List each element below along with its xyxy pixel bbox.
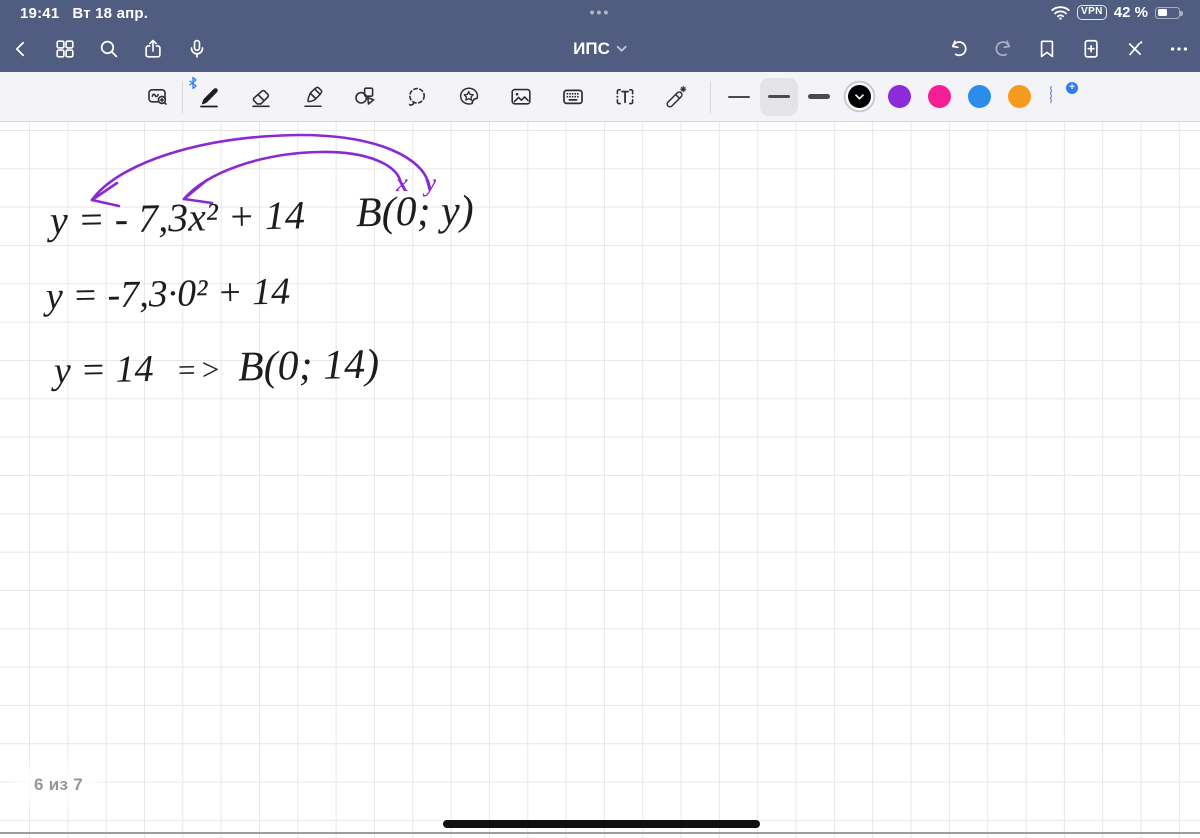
status-right: VPN 42 % [1051, 4, 1184, 21]
document-title: ИПС [573, 39, 610, 58]
back-button[interactable] [10, 38, 32, 60]
search-button[interactable] [98, 38, 120, 60]
wifi-icon [1051, 5, 1070, 20]
redo-button[interactable] [992, 38, 1014, 60]
color-swatch-pink[interactable] [919, 72, 959, 121]
status-time: 19:41 [20, 5, 60, 22]
drawing-toolbar: + [0, 72, 1200, 122]
header: 19:41 Вт 18 апр. ••• VPN 42 % ИПС [0, 0, 1200, 72]
color-swatch-purple[interactable] [879, 72, 919, 121]
pages-grid-button[interactable] [54, 38, 76, 60]
pen-tool[interactable] [183, 72, 235, 121]
status-bar: 19:41 Вт 18 апр. ••• VPN 42 % [0, 0, 1200, 26]
thickness-medium-selected[interactable] [759, 72, 799, 121]
note-canvas[interactable]: y = - 7,3x² + 14 B(0; y) x y y = -7,3·0²… [0, 122, 1200, 838]
dashed-circle-icon [1050, 84, 1052, 104]
color-swatch-orange[interactable] [999, 72, 1039, 121]
home-indicator[interactable] [443, 820, 760, 828]
thickness-thin[interactable] [719, 72, 759, 121]
eraser-tool[interactable] [235, 72, 287, 121]
image-tool[interactable] [495, 72, 547, 121]
handwriting-equation-2: y = -7,3·0² + 14 [45, 270, 291, 318]
battery-percent-text: 42 % [1113, 4, 1148, 21]
highlighter-tool[interactable] [287, 72, 339, 121]
handwriting-result: y = 14 [53, 347, 154, 393]
status-date: Вт 18 апр. [72, 5, 149, 22]
microphone-button[interactable] [186, 38, 208, 60]
plus-badge-icon: + [1065, 80, 1079, 95]
handwriting-implies-arrow: => [175, 351, 225, 388]
nav-bar: ИПС [0, 26, 1200, 72]
lasso-tool[interactable] [391, 72, 443, 121]
share-button[interactable] [142, 38, 164, 60]
battery-fill [1157, 9, 1168, 16]
document-title-dropdown[interactable]: ИПС [573, 26, 627, 72]
multitask-dots: ••• [589, 4, 611, 20]
bluetooth-icon [189, 77, 197, 89]
stickers-tool[interactable] [443, 72, 495, 121]
handwriting-label-x: x [395, 169, 409, 198]
more-button[interactable] [1168, 38, 1190, 60]
handwriting-equation-1: y = - 7,3x² + 14 [49, 192, 306, 243]
app-screen: 19:41 Вт 18 апр. ••• VPN 42 % ИПС + y = … [0, 0, 1200, 838]
color-swatch-blue[interactable] [959, 72, 999, 121]
laser-pointer-tool[interactable] [651, 72, 703, 121]
edit-mode-toggle-icon[interactable] [1124, 38, 1146, 60]
thickness-thick[interactable] [799, 72, 839, 121]
nav-left-group [10, 26, 208, 72]
add-page-button[interactable] [1080, 38, 1102, 60]
undo-button[interactable] [948, 38, 970, 60]
battery-icon [1155, 6, 1183, 19]
handwriting-point-b: B(0; y) [355, 187, 475, 237]
text-tool[interactable] [599, 72, 651, 121]
add-color-button[interactable]: + [1039, 72, 1083, 121]
shapes-tool[interactable] [339, 72, 391, 121]
chevron-down-icon [854, 93, 864, 100]
bookmark-button[interactable] [1036, 38, 1058, 60]
keyboard-tool[interactable] [547, 72, 599, 121]
handwriting-label-y: y [424, 169, 437, 198]
zoom-window-tool[interactable] [134, 72, 182, 121]
handwriting-point-b-result: B(0; 14) [237, 341, 380, 391]
status-left: 19:41 Вт 18 апр. [20, 5, 148, 22]
chevron-down-icon [616, 45, 627, 53]
nav-right-group [948, 26, 1190, 72]
page-bottom-edge [0, 832, 1200, 834]
vpn-badge: VPN [1077, 5, 1107, 20]
color-swatch-black[interactable] [839, 72, 879, 121]
page-indicator: 6 из 7 [24, 772, 94, 798]
